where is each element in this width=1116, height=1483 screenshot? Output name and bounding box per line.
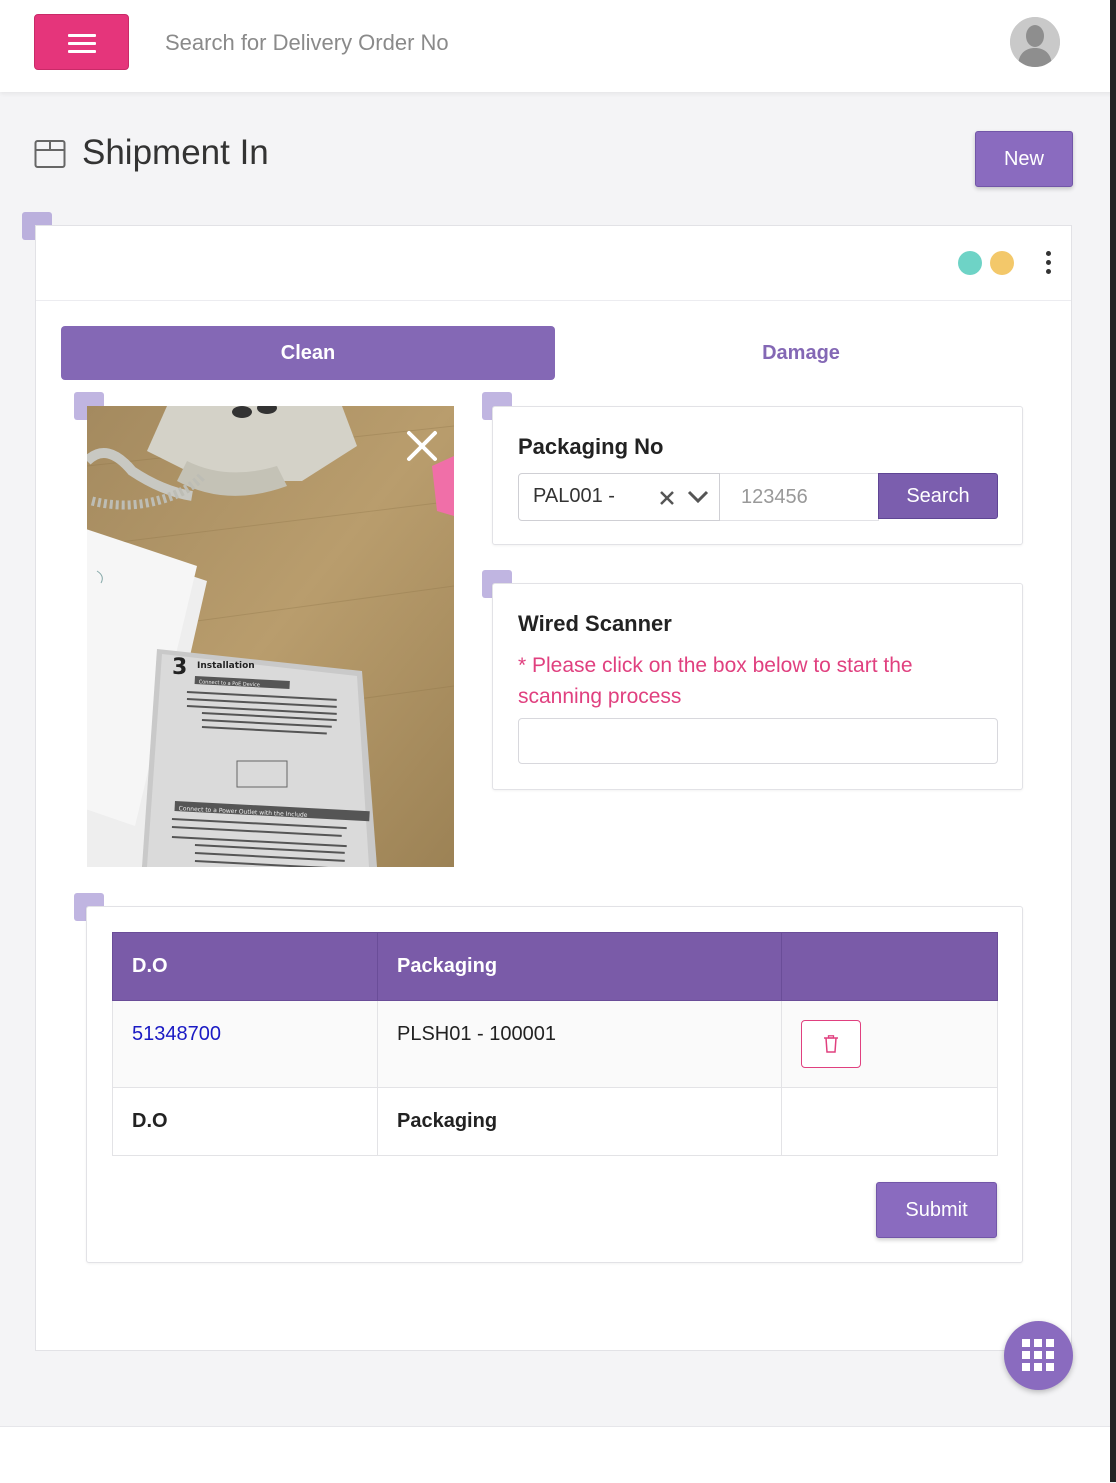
packaging-table-card: D.O Packaging 51348700 PLSH01 - 100001 D… (86, 906, 1023, 1263)
packaging-select-value: PAL001 - (533, 485, 615, 507)
photo-image: 3 Installation Connect to a PoE Device C… (87, 406, 454, 867)
clear-icon[interactable] (659, 490, 675, 506)
new-button[interactable]: New (975, 131, 1073, 187)
packaging-search-button[interactable]: Search (878, 473, 998, 519)
packaging-table: D.O Packaging 51348700 PLSH01 - 100001 D… (112, 932, 998, 1156)
tab-clean[interactable]: Clean (61, 326, 555, 380)
tab-damage[interactable]: Damage (554, 326, 1048, 380)
card-header-divider (36, 300, 1071, 301)
more-options-icon[interactable] (1041, 250, 1055, 276)
apps-fab[interactable] (1004, 1321, 1073, 1390)
svg-text:3: 3 (172, 655, 187, 680)
page-title: Shipment In (82, 133, 269, 172)
packaging-select[interactable]: PAL001 - (518, 473, 720, 521)
table-row: 51348700 PLSH01 - 100001 (112, 1000, 998, 1088)
box-icon (34, 140, 66, 168)
grid-apps-icon (1022, 1339, 1054, 1371)
trash-icon (824, 1035, 838, 1053)
table-cell-do: 51348700 (112, 1000, 378, 1088)
captured-photo: 3 Installation Connect to a PoE Device C… (87, 406, 454, 867)
manual-heading: Installation (197, 661, 255, 671)
status-dot-teal (958, 251, 982, 275)
delivery-order-search-input[interactable] (163, 22, 587, 64)
packaging-card: Packaging No PAL001 - Search (492, 406, 1023, 545)
avatar[interactable] (1010, 17, 1060, 67)
column-header-do: D.O (112, 932, 378, 1001)
scanner-title: Wired Scanner (518, 611, 672, 636)
footer-cell-actions (781, 1087, 998, 1156)
bottom-bar (0, 1426, 1110, 1483)
footer-cell-packaging: Packaging (377, 1087, 782, 1156)
delivery-order-link[interactable]: 51348700 (132, 1023, 221, 1045)
hamburger-icon-line (68, 42, 96, 45)
submit-button[interactable]: Submit (876, 1182, 997, 1238)
scanner-hint: * Please click on the box below to start… (518, 654, 913, 708)
window-edge (1110, 0, 1116, 1482)
column-header-packaging: Packaging (377, 932, 782, 1001)
hamburger-icon (68, 34, 96, 37)
packaging-title: Packaging No (518, 434, 664, 459)
table-footer-row: D.O Packaging (112, 1087, 998, 1156)
wired-scanner-card: Wired Scanner * Please click on the box … (492, 583, 1023, 790)
table-cell-packaging: PLSH01 - 100001 (377, 1000, 782, 1088)
close-icon[interactable] (405, 429, 439, 463)
delete-button[interactable] (801, 1020, 861, 1068)
footer-cell-do: D.O (112, 1087, 378, 1156)
hamburger-icon-line (68, 50, 96, 53)
user-avatar-icon (1010, 17, 1060, 67)
table-cell-actions (781, 1000, 998, 1088)
status-dot-yellow (990, 251, 1014, 275)
scanner-input[interactable] (518, 718, 998, 764)
packaging-number-input[interactable] (720, 473, 879, 521)
table-header-row: D.O Packaging (112, 932, 998, 1001)
chevron-down-icon[interactable] (687, 489, 709, 505)
menu-button[interactable] (34, 14, 129, 70)
shipment-card: Clean Damage 3 Installation Connect to a… (35, 225, 1072, 1351)
top-bar (0, 0, 1116, 92)
column-header-actions (781, 932, 998, 1001)
